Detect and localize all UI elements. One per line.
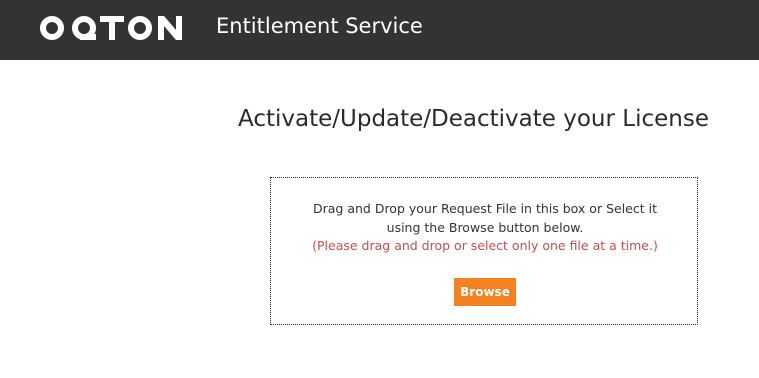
service-title: Entitlement Service [216, 14, 423, 38]
file-drop-zone[interactable]: Drag and Drop your Request File in this … [270, 177, 698, 325]
drop-instructions-line1: Drag and Drop your Request File in this … [313, 201, 657, 216]
browse-button[interactable]: Browse [454, 278, 516, 306]
oqton-logo [40, 16, 182, 40]
single-file-note: (Please drag and drop or select only one… [312, 238, 658, 253]
drop-instructions: Drag and Drop your Request File in this … [271, 200, 699, 237]
header-bar: Entitlement Service [0, 0, 759, 60]
page-title: Activate/Update/Deactivate your License [238, 106, 709, 132]
drop-instructions-line2: using the Browse button below. [386, 219, 584, 235]
